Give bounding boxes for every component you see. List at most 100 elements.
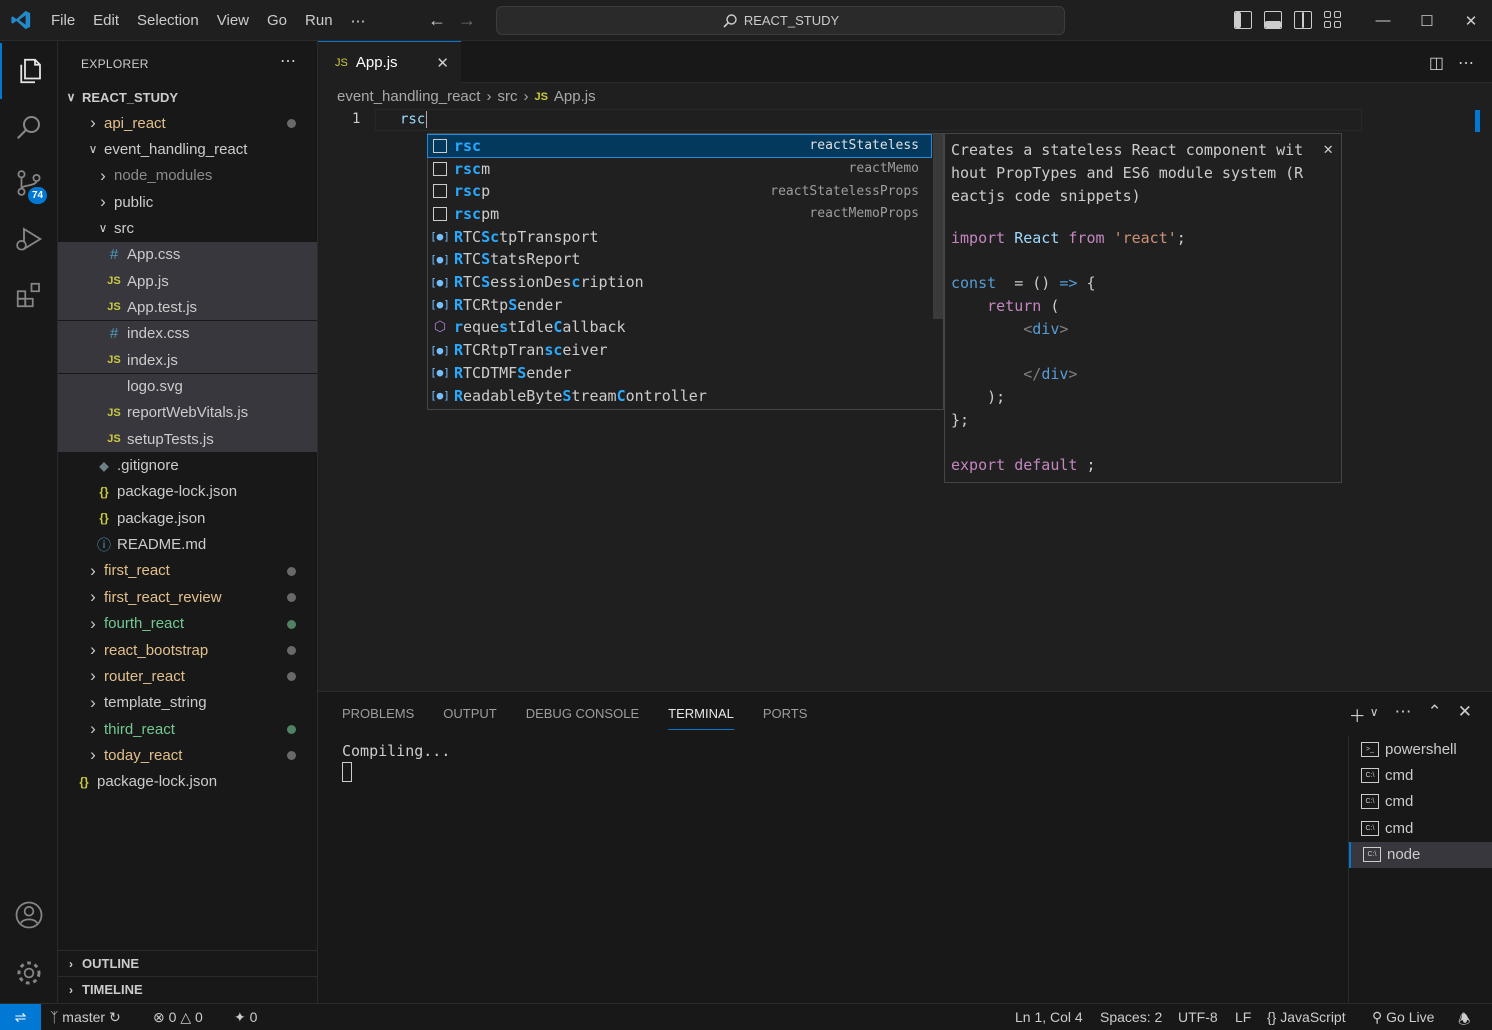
explorer-more-icon[interactable]: ⋯ [280,51,297,71]
tree-file[interactable]: ⓘ README.md [58,532,317,558]
tab-terminal[interactable]: TERMINAL [668,706,734,730]
terminal-instance[interactable]: C:\ cmd [1349,815,1492,841]
terminal-instance[interactable]: C:\ node [1349,841,1492,868]
branch-indicator[interactable]: ᛉ master ↻ [50,1009,121,1026]
tree-folder[interactable]: › fourth_react [58,611,317,637]
tree-file[interactable]: JS App.js [58,268,317,295]
ports-indicator[interactable]: ✦ 0 [234,1009,257,1026]
problems-indicator[interactable]: ⊗ 0 △ 0 [153,1009,203,1026]
suggestion-item[interactable]: [●] RTCRtpTransceiver [428,339,931,362]
tab-ports[interactable]: PORTS [763,706,808,730]
tree-folder[interactable]: ∨ event_handling_react [58,136,317,162]
close-details-icon[interactable]: ✕ [1323,139,1333,158]
workspace-root[interactable]: ∨ REACT_STUDY [58,84,317,110]
terminal-output[interactable]: Compiling... [342,742,450,760]
accounts-icon[interactable] [0,887,58,943]
terminal-instance[interactable]: C:\ cmd [1349,762,1492,788]
suggestion-item[interactable]: [●] RTCDTMFSender [428,362,931,385]
tree-folder[interactable]: › today_react [58,742,317,768]
tree-file[interactable]: JS App.test.js [58,294,317,321]
menu-more[interactable]: ⋯ [342,12,375,30]
tree-file[interactable]: {} package-lock.json [58,769,317,795]
tab-debug-console[interactable]: DEBUG CONSOLE [526,706,639,730]
menu-view[interactable]: View [208,12,258,29]
go-live-button[interactable]: ⚲ Go Live [1372,1009,1434,1026]
run-debug-icon[interactable] [0,211,58,267]
tree-folder[interactable]: › router_react [58,663,317,689]
tree-file[interactable]: # index.css [58,320,317,347]
scrollbar-slider[interactable] [1475,110,1480,132]
forward-arrow-icon[interactable]: → [458,10,476,31]
extensions-icon[interactable] [0,267,58,323]
maximize-icon[interactable]: ☐ [1405,0,1449,41]
minimize-icon[interactable]: — [1361,0,1405,41]
tree-file[interactable]: JS index.js [58,347,317,374]
panel-more-icon[interactable]: ⋯ [1395,702,1412,727]
breadcrumb-src[interactable]: src [497,88,517,105]
notifications-bell-icon[interactable]: 🕭 [1458,1009,1471,1030]
chevron-down-icon[interactable]: ∨ [1370,705,1379,727]
suggestion-item[interactable]: [●] RTCSctpTransport [428,225,931,248]
tree-folder[interactable]: › template_string [58,690,317,716]
breadcrumb-folder[interactable]: event_handling_react [337,88,480,105]
suggestion-item[interactable]: ⬡ requestIdleCallback [428,316,931,339]
toggle-secondary-sidebar-icon[interactable] [1294,11,1312,29]
close-panel-icon[interactable]: ✕ [1458,702,1472,727]
toggle-primary-sidebar-icon[interactable] [1234,11,1252,29]
tree-folder[interactable]: ∨ src [58,215,317,241]
back-arrow-icon[interactable]: ← [428,10,446,31]
menu-selection[interactable]: Selection [128,12,208,29]
menu-go[interactable]: Go [258,12,296,29]
suggest-scrollbar[interactable] [933,134,943,319]
indentation[interactable]: Spaces: 2 [1100,1009,1162,1025]
cursor-position[interactable]: Ln 1, Col 4 [1015,1009,1083,1025]
suggestion-item[interactable]: [●] RTCStatsReport [428,248,931,271]
suggestion-item[interactable]: rscpm reactMemoProps [428,203,931,226]
tree-folder[interactable]: › public [58,189,317,215]
code-line[interactable]: rsc [400,111,428,128]
menu-edit[interactable]: Edit [84,12,128,29]
menu-run[interactable]: Run [296,12,342,29]
tree-file[interactable]: logo.svg [58,373,317,400]
eol[interactable]: LF [1235,1009,1251,1025]
tree-file[interactable]: ◆ .gitignore [58,453,317,479]
suggestion-item[interactable]: rsc reactStateless [427,133,932,159]
tree-file[interactable]: # App.css [58,241,317,268]
toggle-panel-icon[interactable] [1264,11,1282,29]
tree-folder[interactable]: › third_react [58,716,317,742]
explorer-icon[interactable] [0,43,58,99]
tree-folder[interactable]: › node_modules [58,163,317,189]
tree-folder[interactable]: › first_react_review [58,584,317,610]
suggestion-item[interactable]: [●] ReadableByteStreamController [428,384,931,407]
split-editor-icon[interactable]: ◫ [1429,53,1444,73]
editor-more-icon[interactable]: ⋯ [1458,53,1474,73]
new-terminal-icon[interactable]: ＋ [1349,702,1366,727]
suggestion-item[interactable]: rscp reactStatelessProps [428,180,931,203]
suggestion-item[interactable]: [●] RTCSessionDescription [428,271,931,294]
command-center-search[interactable]: REACT_STUDY [496,6,1065,35]
tree-file[interactable]: JS setupTests.js [58,426,317,453]
tree-file[interactable]: {} package-lock.json [58,479,317,505]
tab-output[interactable]: OUTPUT [443,706,496,730]
close-tab-icon[interactable]: ✕ [436,54,449,72]
tree-folder[interactable]: › first_react [58,558,317,584]
tree-folder[interactable]: › api_react [58,110,317,136]
language-mode[interactable]: {} JavaScript [1267,1009,1346,1025]
breadcrumb-file[interactable]: App.js [554,88,596,105]
close-window-icon[interactable]: ✕ [1449,0,1492,41]
search-icon[interactable] [0,99,58,155]
remote-indicator-icon[interactable]: ⇌ [0,1004,41,1030]
source-control-icon[interactable]: 74 [0,155,58,211]
maximize-panel-icon[interactable]: ⌃ [1428,702,1442,727]
outline-section[interactable]: › OUTLINE [58,950,317,976]
tree-file[interactable]: JS reportWebVitals.js [58,399,317,426]
tab-app-js[interactable]: JS App.js ✕ [318,41,461,83]
tab-problems[interactable]: PROBLEMS [342,706,414,730]
settings-gear-icon[interactable] [0,945,58,1001]
menu-file[interactable]: File [42,12,84,29]
customize-layout-icon[interactable] [1324,11,1342,29]
suggestion-item[interactable]: rscm reactMemo [428,157,931,180]
terminal-instance[interactable]: C:\ cmd [1349,789,1492,815]
tree-file[interactable]: {} package.json [58,505,317,531]
tree-folder[interactable]: › react_bootstrap [58,637,317,663]
